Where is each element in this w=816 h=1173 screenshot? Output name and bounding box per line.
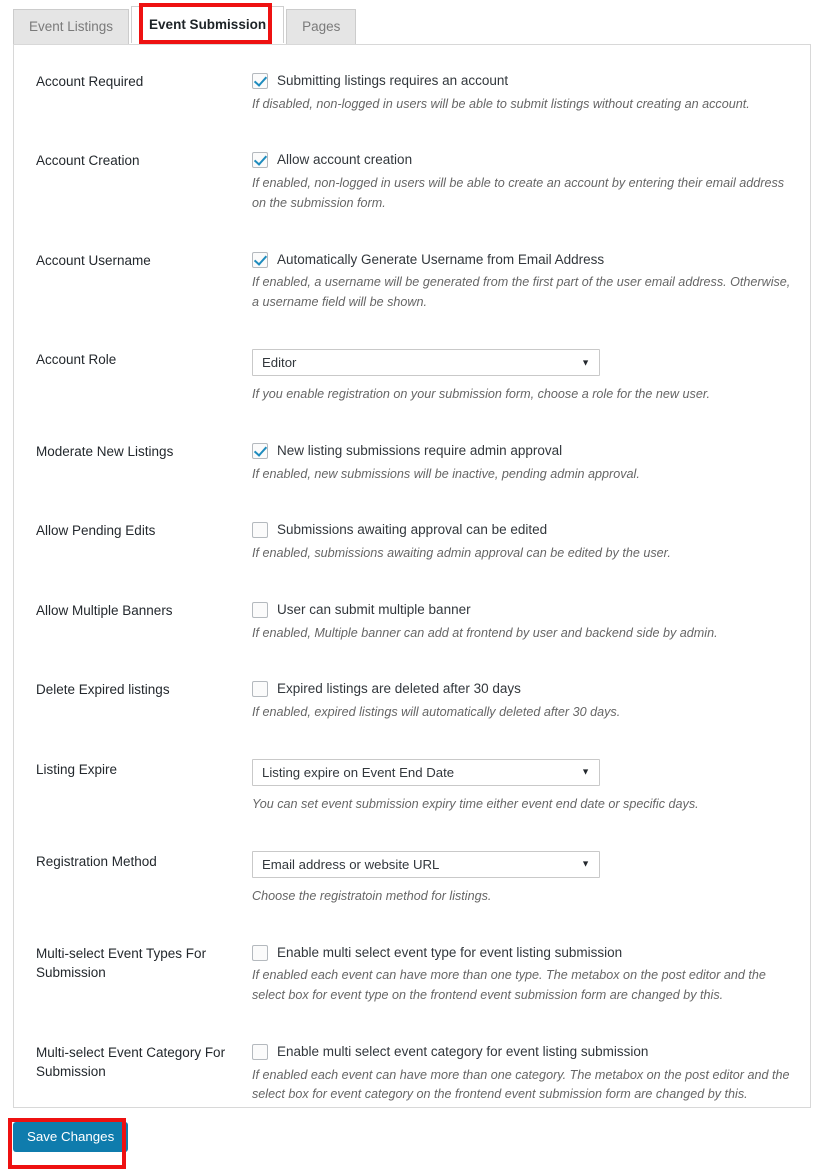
setting-label-allow-pending-edits: Allow Pending Edits [36, 523, 156, 539]
setting-description: If enabled each event can have more than… [252, 968, 766, 1003]
select-value: Listing expire on Event End Date [262, 764, 455, 780]
checkbox-checked-icon[interactable] [252, 251, 268, 268]
setting-row-account-required: Account Required Submitting listings requ… [14, 45, 810, 132]
checkbox-label[interactable]: Expired listings are deleted after 30 da… [277, 679, 521, 699]
checkbox-row[interactable]: Enable multi select event type for event… [252, 943, 796, 963]
settings-page: Event Listings Event Submission Pages Acco… [0, 0, 816, 1173]
select-registration-method[interactable]: Email address or website URL ▼ [252, 850, 600, 878]
checkbox-row[interactable]: New listing submissions require admin ap… [252, 441, 796, 461]
setting-field-registration-method: Email address or website URL ▼ Choose the … [248, 850, 796, 907]
setting-description: If you enable registration on your submi… [252, 387, 711, 402]
setting-description: If enabled, Multiple banner can add at f… [252, 625, 718, 640]
chevron-down-icon: ▼ [581, 357, 590, 368]
checkbox-row[interactable]: Expired listings are deleted after 30 da… [252, 679, 796, 699]
setting-label-registration-method: Registration Method [36, 853, 157, 869]
checkbox-checked-icon[interactable] [252, 152, 268, 169]
checkbox-row[interactable]: Allow account creation [252, 150, 796, 170]
setting-label-multi-select-event-category-for-submission: Multi-select Event Category For Submissi… [36, 1044, 226, 1080]
setting-row-registration-method: Registration Method Email address or webs… [14, 833, 810, 925]
checkbox-row[interactable]: Enable multi select event category for e… [252, 1042, 796, 1062]
setting-label-delete-expired-listings: Delete Expired listings [36, 682, 170, 698]
setting-row-moderate-new-listings: Moderate New Listings New listing submiss… [14, 423, 810, 502]
setting-label-moderate-new-listings: Moderate New Listings [36, 444, 174, 460]
chevron-down-icon: ▼ [581, 766, 590, 777]
setting-description: If disabled, non-logged in users will be… [252, 96, 750, 111]
checkbox-row[interactable]: User can submit multiple banner [252, 600, 796, 620]
setting-row-multi-select-event-types-for-submission: Multi-select Event Types For Submission E… [14, 925, 810, 1024]
checkbox-label[interactable]: Automatically Generate Username from Ema… [277, 250, 604, 270]
settings-panel: Account Required Submitting listings requ… [13, 44, 811, 1108]
checkbox-checked-icon[interactable] [252, 443, 268, 460]
tab-event-listings[interactable]: Event Listings [13, 9, 130, 44]
setting-description: If enabled, non-logged in users will be … [252, 176, 785, 210]
setting-description: If enabled, a username will be generated… [252, 275, 791, 310]
setting-description: Choose the registratoin method for listi… [252, 888, 492, 903]
tab-event-submission[interactable]: Event Submission [131, 6, 285, 43]
checkbox-label[interactable]: New listing submissions require admin ap… [277, 441, 562, 461]
checkbox-label[interactable]: Submissions awaiting approval can be edi… [277, 520, 547, 540]
setting-label-account-role: Account Role [36, 352, 117, 368]
setting-row-account-username: Account Username Automatically Generate U… [14, 232, 810, 331]
checkbox-label[interactable]: User can submit multiple banner [277, 600, 471, 620]
checkbox-row[interactable]: Submissions awaiting approval can be edi… [252, 520, 796, 540]
setting-field-account-creation: Allow account creation If enabled, non-lo… [248, 150, 796, 213]
checkbox-unchecked-icon[interactable] [252, 944, 268, 961]
checkbox-row[interactable]: Automatically Generate Username from Ema… [252, 250, 796, 270]
chevron-down-icon: ▼ [581, 858, 590, 869]
select-listing-expire[interactable]: Listing expire on Event End Date ▼ [252, 758, 600, 786]
setting-field-moderate-new-listings: New listing submissions require admin ap… [248, 441, 796, 484]
checkbox-label[interactable]: Submitting listings requires an account [277, 71, 508, 91]
checkbox-label[interactable]: Enable multi select event type for event… [277, 943, 622, 963]
checkbox-unchecked-icon[interactable] [252, 601, 268, 618]
settings-rows: Account Required Submitting listings requ… [14, 45, 810, 1123]
setting-label-multi-select-event-types-for-submission: Multi-select Event Types For Submission [36, 945, 207, 980]
setting-field-account-role: Editor ▼ If you enable registration on you… [248, 349, 796, 405]
setting-row-allow-multiple-banners: Allow Multiple Banners User can submit mu… [14, 582, 810, 661]
setting-label-listing-expire: Listing Expire [36, 761, 118, 777]
setting-field-listing-expire: Listing expire on Event End Date ▼ You can… [248, 758, 796, 815]
select-value: Email address or website URL [262, 856, 440, 872]
save-changes-button[interactable]: Save Changes [13, 1122, 129, 1153]
setting-label-allow-multiple-banners: Allow Multiple Banners [36, 602, 173, 618]
checkbox-checked-icon[interactable] [252, 73, 268, 89]
setting-field-allow-multiple-banners: User can submit multiple banner If enable… [248, 600, 796, 643]
setting-field-allow-pending-edits: Submissions awaiting approval can be edi… [248, 520, 796, 563]
setting-field-account-username: Automatically Generate Username from Ema… [248, 250, 796, 313]
save-changes-container: Save Changes [13, 1122, 129, 1153]
settings-tabs: Event Listings Event Submission Pages [13, 6, 358, 44]
checkbox-unchecked-icon[interactable] [252, 522, 268, 539]
setting-description: If enabled, submissions awaiting admin a… [252, 546, 671, 561]
setting-row-account-role: Account Role Editor ▼ If you enable registr… [14, 331, 810, 423]
setting-row-delete-expired-listings: Delete Expired listings Expired listings … [14, 661, 810, 740]
setting-row-listing-expire: Listing Expire Listing expire on Event En… [14, 741, 810, 833]
setting-description: If enabled, expired listings will automa… [252, 704, 621, 719]
setting-description: You can set event submission expiry time… [252, 796, 699, 811]
setting-row-multi-select-event-category-for-submission: Multi-select Event Category For Submissi… [14, 1024, 810, 1123]
setting-label-account-username: Account Username [36, 252, 151, 268]
select-account-role[interactable]: Editor ▼ [252, 349, 600, 377]
setting-description: If enabled, new submissions will be inac… [252, 466, 640, 481]
setting-description: If enabled each event can have more than… [252, 1067, 790, 1102]
select-value: Editor [262, 355, 297, 371]
checkbox-label[interactable]: Allow account creation [277, 150, 412, 170]
setting-field-delete-expired-listings: Expired listings are deleted after 30 da… [248, 679, 796, 722]
setting-label-account-creation: Account Creation [36, 153, 140, 169]
setting-label-account-required: Account Required [36, 74, 144, 89]
setting-row-allow-pending-edits: Allow Pending Edits Submissions awaiting … [14, 502, 810, 581]
setting-field-multi-select-event-types-for-submission: Enable multi select event type for event… [248, 943, 796, 1006]
checkbox-row[interactable]: Submitting listings requires an account [252, 71, 796, 91]
checkbox-unchecked-icon[interactable] [252, 1043, 268, 1060]
setting-field-account-required: Submitting listings requires an account I… [248, 71, 796, 114]
checkbox-label[interactable]: Enable multi select event category for e… [277, 1042, 648, 1062]
tab-pages[interactable]: Pages [286, 9, 357, 44]
setting-row-account-creation: Account Creation Allow account creation If… [14, 132, 810, 231]
checkbox-unchecked-icon[interactable] [252, 681, 268, 698]
setting-field-multi-select-event-category-for-submission: Enable multi select event category for e… [248, 1042, 796, 1105]
